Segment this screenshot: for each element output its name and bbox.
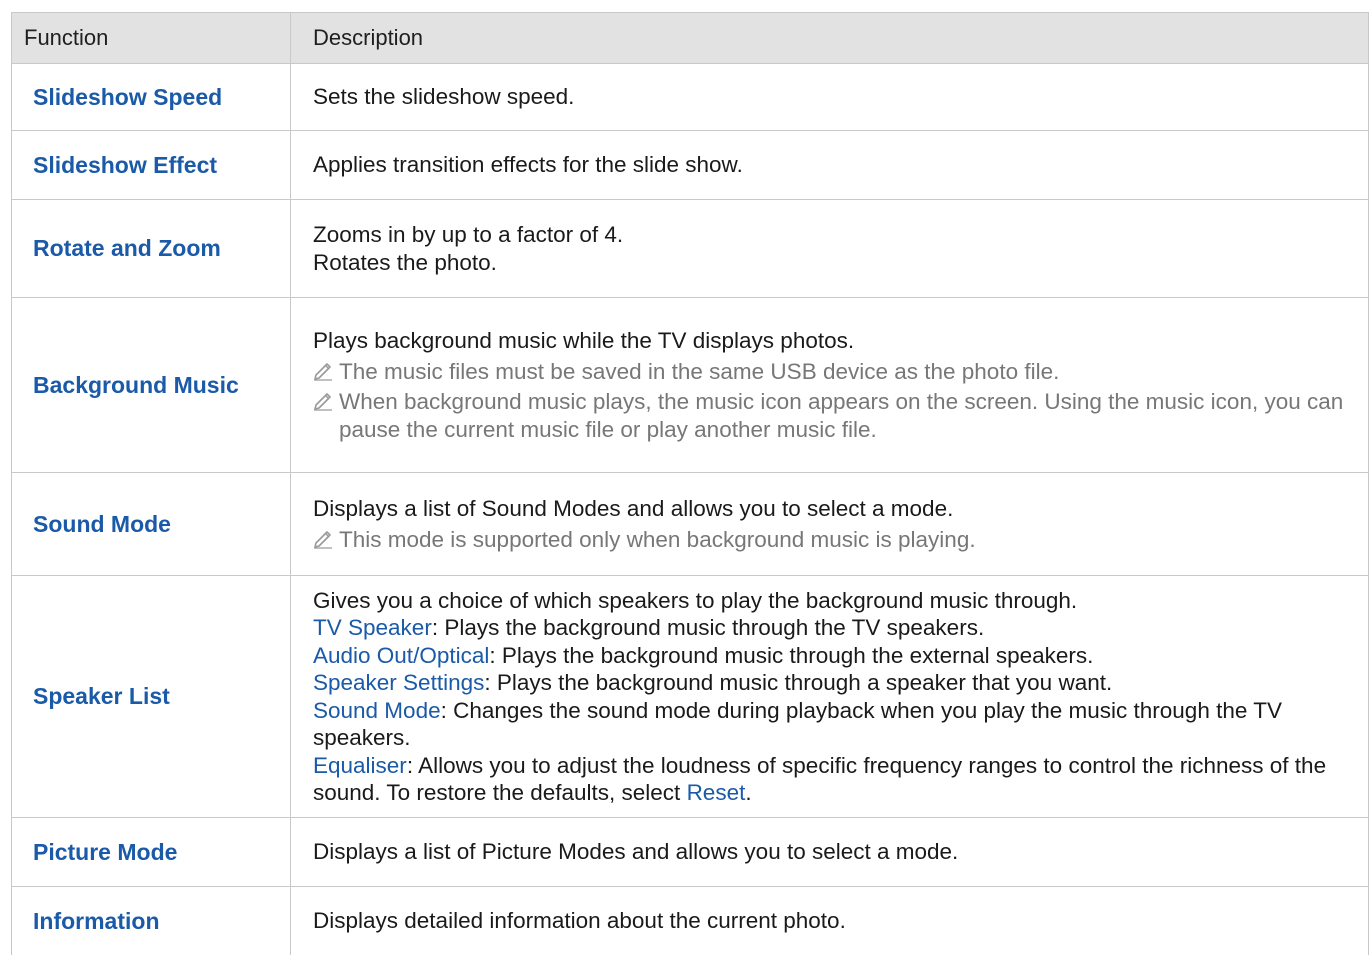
description-text: Displays a list of Sound Modes and allow…	[313, 496, 954, 521]
option-line: Speaker Settings: Plays the background m…	[313, 669, 1348, 697]
table-row: Information Displays detailed informatio…	[11, 886, 1369, 955]
description-text: Sets the slideshow speed.	[313, 84, 575, 110]
description-text: Displays detailed information about the …	[313, 908, 846, 934]
function-description: Zooms in by up to a factor of 4. Rotates…	[290, 199, 1369, 298]
function-description: Displays a list of Picture Modes and all…	[290, 817, 1369, 887]
table-row: Speaker List Gives you a choice of which…	[11, 575, 1369, 818]
function-column-header: Function	[11, 12, 291, 64]
pencil-icon	[314, 530, 332, 549]
option-line: Sound Mode: Changes the sound mode durin…	[313, 697, 1348, 752]
function-name: Information	[11, 886, 291, 955]
function-table: Function Description Slideshow Speed Set…	[11, 12, 1369, 955]
note: When background music plays, the music i…	[313, 388, 1348, 443]
option-term: Sound Mode	[313, 697, 441, 723]
note: This mode is supported only when backgro…	[313, 526, 1348, 554]
table-row: Picture Mode Displays a list of Picture …	[11, 817, 1369, 887]
table-row: Sound Mode Displays a list of Sound Mode…	[11, 472, 1369, 576]
note: The music files must be saved in the sam…	[313, 358, 1348, 386]
note-text: This mode is supported only when backgro…	[339, 526, 976, 552]
table-row: Slideshow Speed Sets the slideshow speed…	[11, 63, 1369, 131]
description-text: Rotates the photo.	[313, 249, 497, 275]
function-description: Plays background music while the TV disp…	[290, 297, 1369, 473]
note-text: The music files must be saved in the sam…	[339, 358, 1060, 384]
function-description: Displays detailed information about the …	[290, 886, 1369, 955]
option-line: TV Speaker: Plays the background music t…	[313, 614, 1348, 642]
description-text: Gives you a choice of which speakers to …	[313, 587, 1078, 613]
table-row: Background Music Plays background music …	[11, 297, 1369, 473]
function-description: Displays a list of Sound Modes and allow…	[290, 472, 1369, 576]
pencil-icon	[314, 362, 332, 381]
function-name: Sound Mode	[11, 472, 291, 576]
description-text: Zooms in by up to a factor of 4.	[313, 222, 624, 247]
option-line: Audio Out/Optical: Plays the background …	[313, 642, 1348, 670]
option-line: Equaliser: Allows you to adjust the loud…	[313, 752, 1348, 807]
option-text: : Allows you to adjust the loudness of s…	[313, 752, 1327, 806]
function-name: Slideshow Effect	[11, 130, 291, 200]
table-row: Slideshow Effect Applies transition effe…	[11, 130, 1369, 200]
description-column-header: Description	[290, 12, 1369, 64]
function-name: Speaker List	[11, 575, 291, 818]
option-text: : Changes the sound mode during playback…	[313, 697, 1282, 751]
function-description: Gives you a choice of which speakers to …	[290, 575, 1369, 818]
option-term: TV Speaker	[313, 615, 432, 640]
function-description: Applies transition effects for the slide…	[290, 130, 1369, 200]
description-text: Displays a list of Picture Modes and all…	[313, 839, 959, 865]
table-header-row: Function Description	[11, 12, 1369, 64]
function-name: Picture Mode	[11, 817, 291, 887]
description-text: Applies transition effects for the slide…	[313, 152, 743, 178]
note-text: When background music plays, the music i…	[339, 389, 1344, 442]
function-name: Slideshow Speed	[11, 63, 291, 131]
option-text: : Plays the background music through a s…	[484, 670, 1113, 695]
option-term: Audio Out/Optical	[313, 642, 490, 668]
option-term: Equaliser	[313, 752, 407, 778]
option-text: : Plays the background music through the…	[489, 642, 1094, 668]
description-text: Plays background music while the TV disp…	[313, 328, 855, 353]
function-description: Sets the slideshow speed.	[290, 63, 1369, 131]
option-text: : Plays the background music through the…	[431, 615, 985, 640]
function-name: Background Music	[11, 297, 291, 473]
table-row: Rotate and Zoom Zooms in by up to a fact…	[11, 199, 1369, 298]
function-name: Rotate and Zoom	[11, 199, 291, 298]
option-term: Speaker Settings	[313, 670, 485, 695]
option-term-reset: Reset	[686, 780, 746, 805]
option-end: .	[745, 780, 752, 805]
pencil-icon	[314, 393, 332, 411]
